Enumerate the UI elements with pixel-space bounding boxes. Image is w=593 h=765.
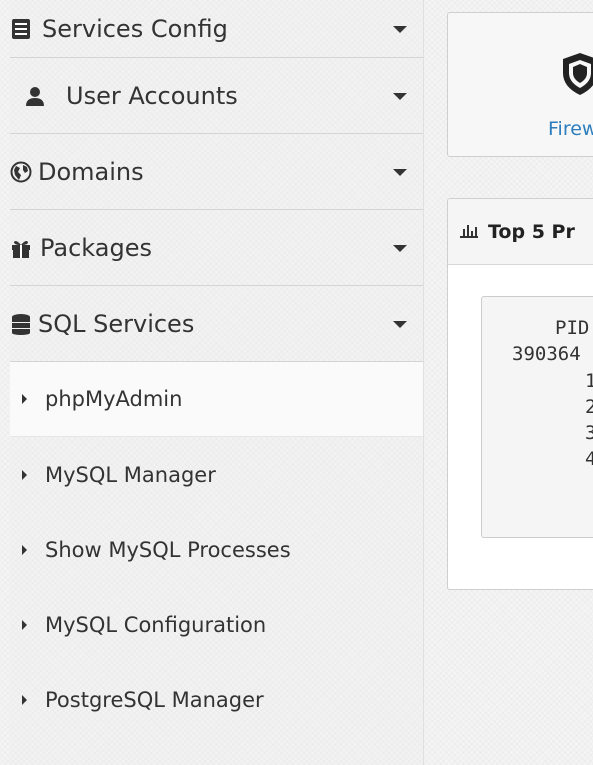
menu-label: Domains bbox=[38, 157, 144, 186]
chevron-down-icon bbox=[393, 320, 407, 328]
chevron-down-icon bbox=[393, 25, 407, 33]
process-list: PID 390364 1 2 3 4 bbox=[481, 296, 593, 538]
process-line: 2 bbox=[585, 396, 593, 418]
panel-title: Top 5 Pr bbox=[488, 220, 575, 243]
menu-packages[interactable]: Packages bbox=[10, 210, 423, 286]
submenu-label: phpMyAdmin bbox=[45, 387, 183, 411]
process-line: 390364 bbox=[512, 343, 581, 365]
chevron-down-icon bbox=[393, 92, 407, 100]
menu-label: User Accounts bbox=[66, 81, 238, 110]
process-line: 1 bbox=[585, 370, 593, 392]
bar-chart-icon bbox=[460, 222, 478, 242]
submenu-label: PostgreSQL Manager bbox=[45, 687, 264, 712]
server-icon bbox=[10, 18, 32, 40]
caret-right-icon bbox=[22, 694, 27, 705]
panel-header: Top 5 Pr bbox=[448, 199, 593, 265]
menu-domains[interactable]: Domains bbox=[10, 134, 423, 210]
menu-sql-services[interactable]: SQL Services bbox=[10, 286, 423, 362]
caret-right-icon bbox=[22, 619, 27, 630]
submenu-label: Show MySQL Processes bbox=[45, 537, 291, 562]
menu-services-config[interactable]: Services Config bbox=[10, 0, 423, 58]
submenu-mysql-manager[interactable]: MySQL Manager bbox=[10, 437, 423, 512]
submenu-show-mysql-processes[interactable]: Show MySQL Processes bbox=[10, 512, 423, 587]
process-line: 4 bbox=[585, 448, 593, 470]
menu-label: Services Config bbox=[42, 14, 228, 43]
menu-label: SQL Services bbox=[38, 309, 195, 338]
caret-right-icon bbox=[22, 394, 27, 404]
globe-icon bbox=[10, 161, 32, 183]
shield-icon bbox=[560, 51, 593, 101]
database-icon bbox=[10, 313, 32, 335]
menu-user-accounts[interactable]: User Accounts bbox=[10, 58, 423, 134]
submenu-label: MySQL Manager bbox=[45, 462, 216, 487]
top-processes-panel: Top 5 Pr PID 390364 1 2 3 4 bbox=[447, 198, 593, 590]
menu-label: Packages bbox=[40, 233, 152, 262]
firewall-label: Firew bbox=[548, 118, 593, 140]
submenu-phpmyadmin[interactable]: phpMyAdmin bbox=[10, 362, 423, 437]
user-icon bbox=[24, 85, 46, 107]
gift-icon bbox=[10, 237, 32, 259]
process-line: 3 bbox=[585, 422, 593, 444]
sidebar: Services Config User Accounts Domains Pa… bbox=[10, 0, 424, 765]
submenu-mysql-configuration[interactable]: MySQL Configuration bbox=[10, 587, 423, 662]
firewall-card[interactable]: Firew bbox=[447, 12, 593, 157]
caret-right-icon bbox=[22, 469, 27, 480]
submenu-postgresql-manager[interactable]: PostgreSQL Manager bbox=[10, 662, 423, 737]
chevron-down-icon bbox=[393, 244, 407, 252]
submenu-label: MySQL Configuration bbox=[45, 612, 267, 637]
caret-right-icon bbox=[22, 544, 27, 555]
chevron-down-icon bbox=[393, 168, 407, 176]
process-line: PID bbox=[555, 317, 590, 339]
